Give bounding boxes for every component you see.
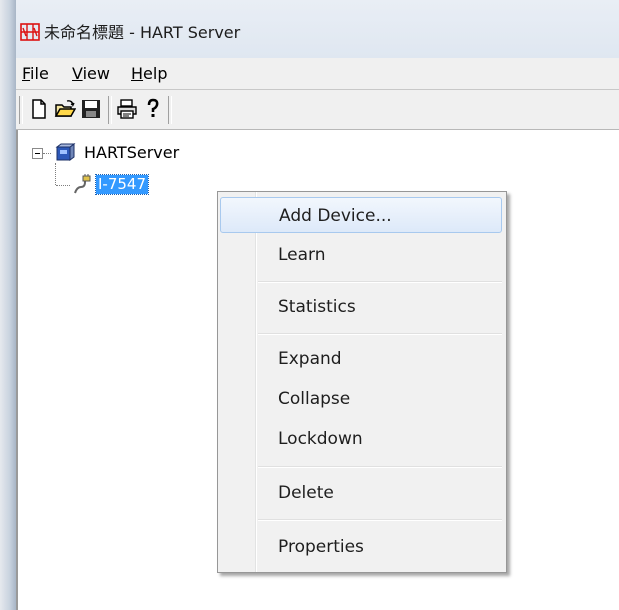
menu-item-label: Delete [278,483,334,503]
menu-item-label: Add Device... [279,206,392,226]
menu-item-delete[interactable]: Delete [220,475,502,511]
tree-connector [56,185,70,186]
menu-view[interactable]: View [68,64,114,84]
open-folder-icon[interactable] [54,98,76,120]
tree-connector [55,163,56,185]
menu-item-label: Learn [278,245,326,265]
menu-help[interactable]: Help [127,64,171,84]
hart-app-icon [20,23,40,41]
server-icon [55,143,76,161]
collapse-icon[interactable] [32,148,43,159]
tree-node-i7547[interactable]: I-7547 [94,174,150,195]
menu-file-rest: ile [30,64,49,83]
menu-item-properties[interactable]: Properties [220,529,502,565]
menu-item-lockdown[interactable]: Lockdown [220,421,502,457]
menu-item-add-device[interactable]: Add Device... [220,197,502,233]
menu-item-learn[interactable]: Learn [220,237,502,273]
menu-separator [258,466,502,468]
menu-separator [258,519,502,521]
context-menu: Add Device... Learn Statistics Expand Co… [217,191,507,573]
print-icon[interactable] [116,98,138,120]
menu-item-collapse[interactable]: Collapse [220,381,502,417]
menu-item-label: Collapse [278,389,351,409]
menu-item-label: Expand [278,349,342,369]
menu-item-label: Statistics [278,297,356,317]
menu-file[interactable]: File [18,64,53,84]
menu-item-label: Properties [278,537,364,557]
toolbar-grip[interactable] [19,96,23,124]
menu-help-rest: elp [143,64,168,83]
save-icon[interactable] [80,98,102,120]
new-file-icon[interactable] [28,98,50,120]
tree-node-hartserver[interactable]: HARTServer [84,143,179,163]
menu-separator [258,281,502,283]
toolbar-separator [108,96,112,124]
device-connector-icon [74,174,91,194]
toolbar [16,90,619,130]
menu-bar: File View Help [16,58,619,90]
app-window: 未命名標題 - HART Server File View Help HARTS… [16,0,619,610]
left-window-frame [0,0,16,610]
window-title: 未命名標題 - HART Server [44,23,241,42]
menu-view-rest: iew [82,64,110,83]
menu-item-statistics[interactable]: Statistics [220,289,502,325]
help-icon[interactable] [142,98,164,120]
toolbar-separator [168,96,172,124]
tree-connector [43,153,51,154]
menu-item-label: Lockdown [278,429,363,449]
title-bar[interactable]: 未命名標題 - HART Server [16,0,619,58]
menu-separator [258,333,502,335]
menu-item-expand[interactable]: Expand [220,341,502,377]
